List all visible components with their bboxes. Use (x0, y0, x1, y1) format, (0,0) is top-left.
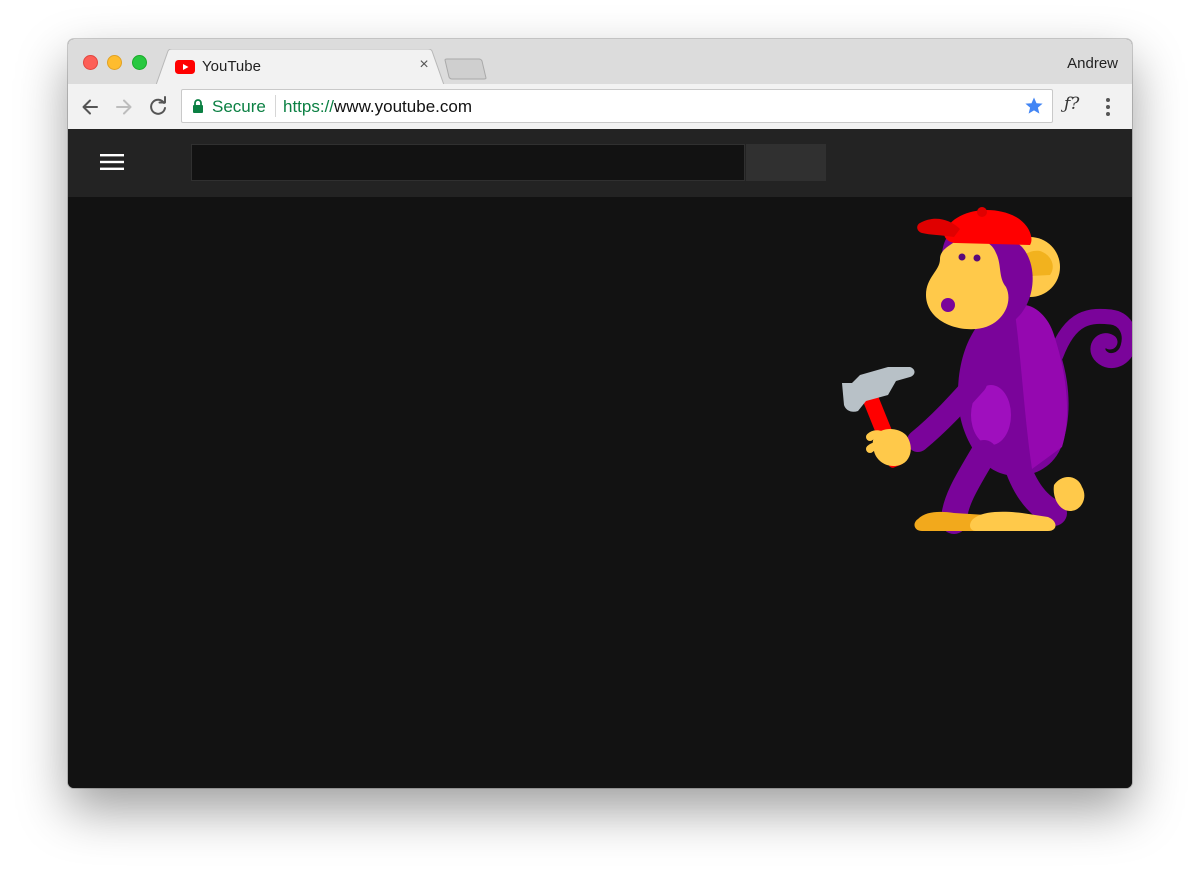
kebab-menu-icon[interactable] (1103, 96, 1113, 118)
url-text[interactable]: https://www.youtube.com (283, 97, 472, 117)
new-tab-button[interactable] (444, 58, 488, 80)
page-content (68, 197, 1132, 788)
monkey-with-hammer-illustration (842, 207, 1132, 534)
reload-icon[interactable] (147, 96, 169, 118)
omnibox-divider (275, 95, 276, 117)
extension-icon[interactable]: ƒ? (1064, 94, 1079, 114)
url-scheme: https:// (283, 97, 335, 116)
close-window-button[interactable] (83, 55, 98, 70)
youtube-favicon-icon (175, 60, 195, 74)
address-bar[interactable]: Secure https://www.youtube.com (181, 89, 1053, 123)
secure-label[interactable]: Secure (212, 97, 266, 117)
youtube-masthead (68, 129, 1132, 197)
search-input[interactable] (191, 144, 745, 181)
url-host: www.youtube.com (334, 97, 472, 116)
lock-icon (193, 99, 203, 113)
tab-strip: YouTube × Andrew (68, 39, 1132, 85)
tab-close-icon[interactable]: × (416, 57, 432, 73)
back-arrow-icon[interactable] (79, 96, 101, 118)
profile-name[interactable]: Andrew (1067, 55, 1118, 72)
forward-arrow-icon[interactable] (113, 96, 135, 118)
search-button[interactable] (746, 144, 826, 181)
tab-title: YouTube (202, 58, 261, 75)
tab-youtube[interactable]: YouTube × (156, 49, 446, 85)
browser-window: YouTube × Andrew Secure https://www.yout… (68, 39, 1132, 788)
minimize-window-button[interactable] (107, 55, 122, 70)
tab-background (156, 49, 445, 85)
hamburger-menu-icon[interactable] (100, 152, 124, 172)
star-icon[interactable] (1024, 96, 1044, 116)
browser-toolbar: Secure https://www.youtube.com ƒ? (68, 84, 1132, 130)
maximize-window-button[interactable] (132, 55, 147, 70)
